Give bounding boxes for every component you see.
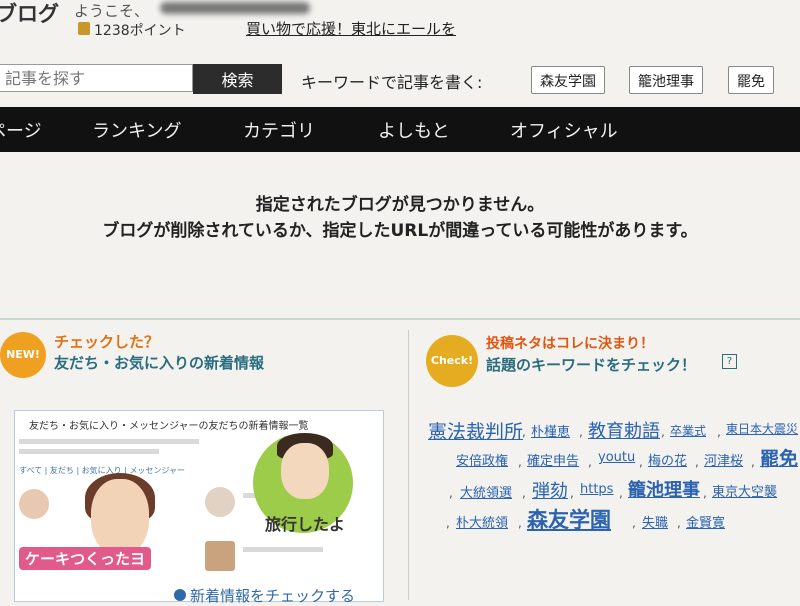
arrow-circle-icon: [174, 589, 186, 601]
keyword-label: キーワードで記事を書く:: [301, 73, 483, 92]
travel-caption: 旅行したよ: [265, 515, 346, 534]
trending-keyword[interactable]: youtu: [598, 450, 635, 465]
trending-keyword[interactable]: 教育勅語: [588, 417, 660, 443]
section-divider: [0, 318, 800, 320]
nav-item-official[interactable]: オフィシャル: [510, 117, 618, 143]
check-badge-icon: Check!: [426, 335, 478, 387]
keyword-button-2[interactable]: 籠池理事: [629, 66, 703, 94]
keyword-separator: ,: [751, 455, 755, 469]
promo-banner-link[interactable]: 買い物で応援！東北にエールを: [246, 18, 456, 39]
trending-keyword[interactable]: 金賢寛: [686, 512, 725, 531]
preview-line: [19, 439, 199, 444]
keyword-separator: ,: [522, 425, 526, 439]
keyword-separator: ,: [695, 455, 699, 469]
search-input[interactable]: [0, 64, 193, 92]
help-icon[interactable]: ?: [722, 354, 737, 369]
trending-keyword[interactable]: 東日本大震災: [726, 420, 798, 437]
trending-keyword[interactable]: 確定申告: [527, 450, 579, 469]
keyword-separator: ,: [449, 486, 453, 500]
trending-title: 話題のキーワードをチェック！: [486, 356, 697, 374]
trending-keyword[interactable]: 河津桜: [704, 450, 743, 469]
nav-item-page[interactable]: ページ: [0, 117, 42, 143]
preview-title: 友だち・お気に入り・メッセンジャーの友だちの新着情報一覧: [29, 421, 309, 432]
keyword-separator: ,: [619, 486, 623, 500]
trending-keyword[interactable]: https: [580, 482, 613, 497]
nav-item-ranking[interactable]: ランキング: [92, 117, 181, 143]
column-divider: [408, 330, 409, 600]
friends-preview-image[interactable]: 友だち・お気に入り・メッセンジャーの友だちの新着情報一覧 すべて | 友だち |…: [14, 410, 384, 602]
greeting-text: ようこそ、: [74, 2, 150, 20]
keyword-separator: ,: [518, 455, 522, 469]
points-count[interactable]: 1238ポイント: [94, 20, 186, 40]
keyword-separator: ,: [717, 425, 721, 439]
preview-line: [19, 449, 159, 454]
keyword-separator: ,: [579, 425, 583, 439]
trending-keyword[interactable]: 森友学園: [527, 504, 611, 534]
preview-line: [243, 547, 323, 552]
trending-keyword[interactable]: 憲法裁判所: [428, 417, 523, 444]
girl-face-icon: [91, 479, 149, 555]
blurred-username: [160, 2, 310, 14]
friends-subtitle: チェックした？: [54, 333, 160, 351]
trending-keyword[interactable]: 朴大統領: [456, 512, 508, 531]
error-message-detail: ブログが削除されているか、指定したURLが間違っている可能性があります。: [102, 221, 698, 241]
trending-keyword[interactable]: 朴槿恵: [531, 421, 570, 440]
trending-keyword[interactable]: 弾劾: [532, 477, 568, 503]
cake-caption: ケーキつくったヨ: [19, 547, 152, 570]
preview-tabs: すべて | 友だち | お気に入り | メッセンジャー: [19, 466, 186, 475]
trending-subtitle: 投稿ネタはコレに決まり！: [486, 336, 654, 352]
trending-keyword[interactable]: 大統領選: [460, 482, 512, 501]
man-face-icon: [281, 443, 329, 499]
trending-keyword[interactable]: 失職: [642, 512, 668, 531]
keyword-separator: ,: [703, 486, 707, 500]
friends-title: 友だち・お気に入りの新着情報: [54, 354, 265, 372]
nav-item-yoshimoto[interactable]: よしもと: [378, 117, 450, 143]
keyword-button-3[interactable]: 罷免: [728, 66, 774, 94]
keyword-separator: ,: [677, 516, 681, 530]
error-message-title: 指定されたブログが見つかりません。: [255, 195, 545, 215]
trending-keyword[interactable]: 安倍政権: [456, 450, 508, 469]
trending-keyword[interactable]: 梅の花: [648, 450, 687, 469]
new-badge-icon: NEW!: [0, 332, 46, 378]
nav-item-category[interactable]: カテゴリ: [243, 117, 315, 143]
keyword-separator: ,: [570, 486, 574, 500]
trending-keyword[interactable]: 卒業式: [670, 422, 706, 439]
trending-keyword[interactable]: 罷免: [760, 444, 798, 471]
trending-keyword[interactable]: 東京大空襲: [712, 481, 777, 500]
keyword-separator: ,: [661, 425, 665, 439]
keyword-separator: ,: [588, 455, 592, 469]
points-icon: [78, 22, 90, 35]
site-logo[interactable]: ブログ: [0, 0, 59, 28]
avatar: [19, 489, 49, 519]
avatar: [205, 487, 235, 517]
trending-keyword[interactable]: 籠池理事: [628, 476, 700, 502]
search-button[interactable]: 検索: [193, 64, 282, 94]
keyword-separator: ,: [639, 455, 643, 469]
see-more-link[interactable]: 新着情報をチェックする: [190, 585, 355, 606]
keyword-separator: ,: [632, 516, 636, 530]
keyword-button-1[interactable]: 森友学園: [531, 66, 605, 94]
keyword-separator: ,: [522, 486, 526, 500]
keyword-separator: ,: [518, 516, 522, 530]
keyword-separator: ,: [446, 516, 450, 530]
avatar: [205, 541, 235, 571]
